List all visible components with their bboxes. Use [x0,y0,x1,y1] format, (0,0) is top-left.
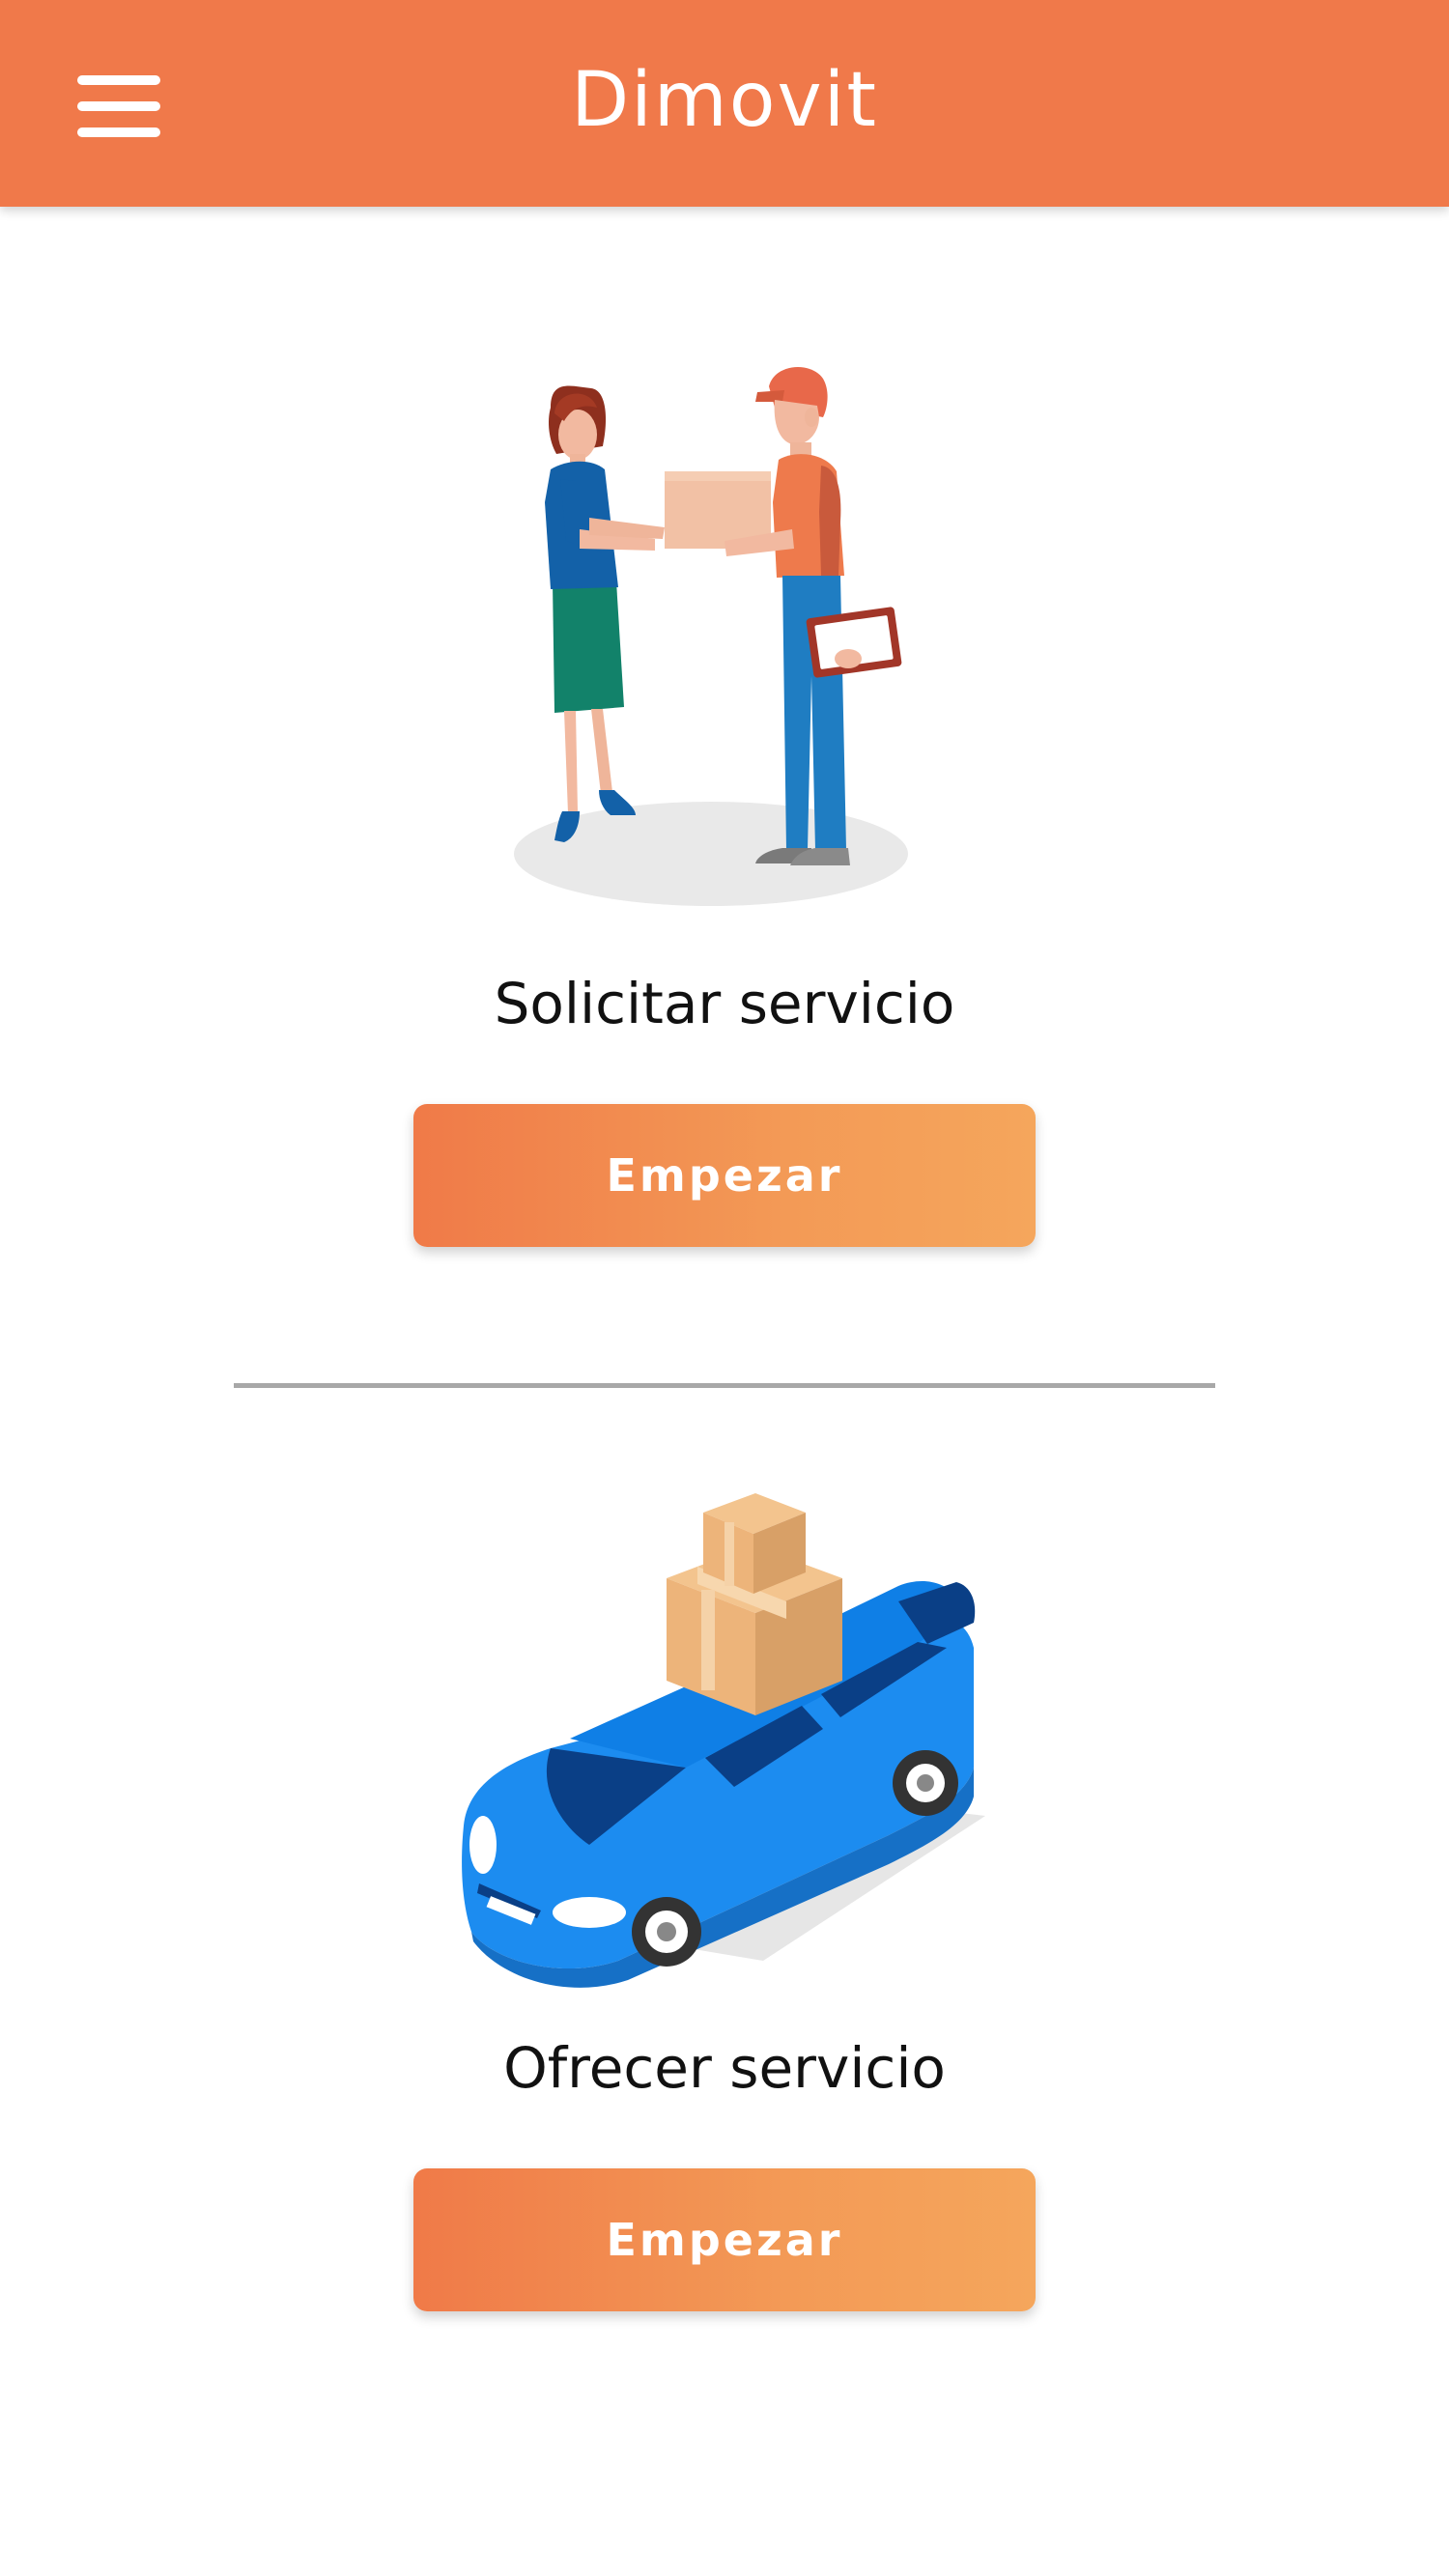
request-service-label: Solicitar servicio [494,971,955,1036]
app-bar: Dimovit [0,0,1449,207]
offer-service-label: Ofrecer servicio [503,2035,946,2101]
start-request-button[interactable]: Empezar [413,1104,1036,1247]
start-offer-button[interactable]: Empezar [413,2168,1036,2311]
app-title: Dimovit [571,57,878,144]
delivery-handover-illustration [514,367,908,906]
section-divider [234,1383,1215,1388]
car-with-boxes-illustration [462,1493,985,1988]
